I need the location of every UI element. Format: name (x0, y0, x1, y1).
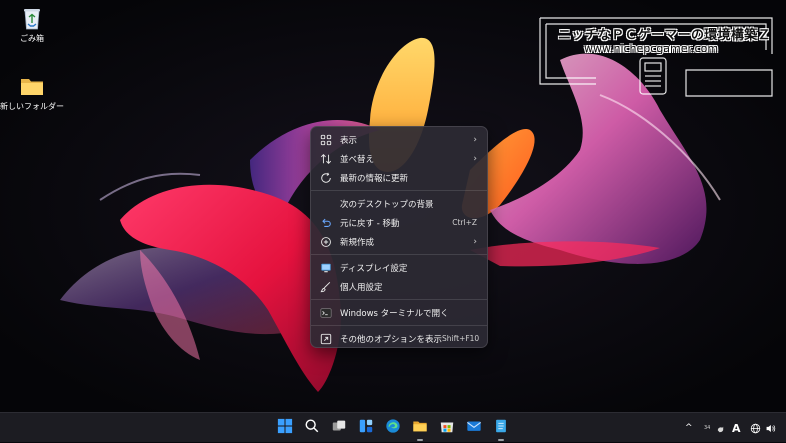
menu-item-label: 新規作成 (340, 237, 375, 248)
undo-icon (319, 216, 333, 230)
windows-start-icon (277, 418, 293, 438)
desktop-icon-label: 新しいフォルダー (0, 102, 64, 111)
store-icon (439, 418, 455, 438)
running-indicator (417, 439, 423, 441)
menu-item-accelerator: Ctrl+Z (452, 218, 477, 227)
search-icon (304, 418, 320, 438)
sort-icon (319, 152, 333, 166)
display-icon (319, 261, 333, 275)
tray-app-icon-button[interactable] (716, 413, 725, 443)
submenu-arrow-icon: › (473, 236, 477, 247)
volume-button[interactable] (765, 413, 776, 443)
menu-item-accelerator: Shift+F10 (442, 334, 480, 343)
menu-separator (311, 299, 487, 300)
notepad-button[interactable] (492, 418, 510, 441)
menu-item-label: 次のデスクトップの背景 (340, 199, 434, 210)
widgets-button[interactable] (357, 419, 375, 437)
desktop-icon-recycle-bin[interactable]: ごみ箱 (0, 4, 64, 44)
menu-item-label: 並べ替え (340, 154, 375, 165)
menu-item-label: 最新の情報に更新 (340, 173, 409, 184)
terminal-icon (319, 306, 333, 320)
speaker-icon (765, 419, 776, 438)
menu-separator (311, 325, 487, 326)
file-explorer-button[interactable] (411, 418, 429, 441)
desktop-icon-new-folder[interactable]: 新しいフォルダー (0, 72, 64, 112)
search-button[interactable] (303, 419, 321, 437)
menu-item-new[interactable]: 新規作成 › (315, 232, 483, 251)
mail-icon (466, 418, 482, 438)
show-hidden-icons-button[interactable]: ^ (685, 413, 693, 443)
menu-item-next-background[interactable]: 次のデスクトップの背景 (315, 194, 483, 213)
desktop-icon-label: ごみ箱 (20, 34, 44, 43)
recycle-bin-icon (18, 4, 46, 32)
store-button[interactable] (438, 419, 456, 437)
notepad-icon (493, 418, 509, 438)
grid-icon (319, 133, 333, 147)
mail-button[interactable] (465, 419, 483, 437)
watermark-url: www.nichepcgamer.com (584, 42, 719, 55)
edge-button[interactable] (384, 419, 402, 437)
menu-item-personalize[interactable]: 個人用設定 (315, 277, 483, 296)
ime-indicator[interactable]: A (732, 413, 741, 443)
tray-app-icon (716, 419, 725, 438)
menu-item-sort[interactable]: 並べ替え › (315, 149, 483, 168)
desktop-context-menu: 表示 › 並べ替え › 最新の情報に更新 次のデスクトップの背景 元に戻す - … (310, 126, 488, 348)
submenu-arrow-icon: › (473, 153, 477, 164)
tray-badge: 34 (704, 425, 711, 431)
menu-item-more-options[interactable]: その他のオプションを表示 Shift+F10 (315, 329, 483, 348)
folder-icon (18, 72, 46, 100)
taskbar: ^ 34 A (0, 412, 786, 442)
globe-icon (750, 419, 761, 438)
menu-item-undo-move[interactable]: 元に戻す - 移動 Ctrl+Z (315, 213, 483, 232)
menu-item-label: 元に戻す - 移動 (340, 218, 400, 229)
menu-separator (311, 254, 487, 255)
menu-item-label: 個人用設定 (340, 282, 383, 293)
more-options-icon (319, 332, 333, 346)
file-explorer-icon (412, 418, 428, 438)
network-button[interactable] (750, 413, 761, 443)
ime-mode-text: A (732, 421, 741, 435)
new-icon (319, 235, 333, 249)
menu-separator (311, 190, 487, 191)
menu-item-label: Windows ターミナルで開く (340, 308, 449, 319)
watermark-title: ニッチなＰＣゲーマーの環境構築Ｚ (558, 28, 771, 43)
refresh-icon (319, 171, 333, 185)
menu-item-refresh[interactable]: 最新の情報に更新 (315, 168, 483, 187)
widgets-icon (358, 418, 374, 438)
site-watermark: ニッチなＰＣゲーマーの環境構築Ｚ www.nichepcgamer.com (536, 14, 776, 100)
submenu-arrow-icon: › (473, 134, 477, 145)
chevron-up-icon: ^ (685, 423, 693, 433)
edge-icon (385, 418, 401, 438)
menu-item-view[interactable]: 表示 › (315, 130, 483, 149)
menu-item-label: 表示 (340, 135, 358, 146)
menu-item-display-settings[interactable]: ディスプレイ設定 (315, 258, 483, 277)
menu-item-open-terminal[interactable]: Windows ターミナルで開く (315, 303, 483, 322)
start-button[interactable] (276, 418, 294, 438)
tray-badge-area[interactable]: 34 (704, 413, 710, 443)
task-view-button[interactable] (330, 419, 348, 437)
running-indicator (498, 439, 504, 441)
brush-icon (319, 280, 333, 294)
menu-item-label: ディスプレイ設定 (340, 263, 408, 274)
task-view-icon (331, 418, 347, 438)
menu-item-label: その他のオプションを表示 (340, 334, 443, 345)
